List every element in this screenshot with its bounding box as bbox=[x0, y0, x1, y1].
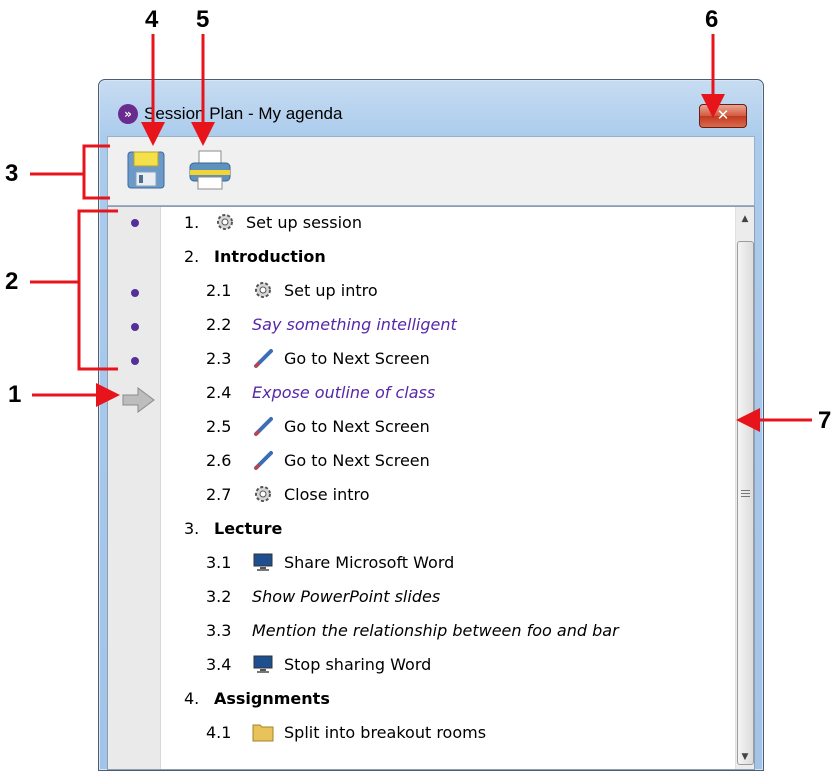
agenda-item[interactable]: 2.5 Go to Next Screen bbox=[160, 411, 430, 443]
scroll-down-arrow-icon[interactable]: ▼ bbox=[736, 747, 754, 767]
agenda-item-number: 2.1 bbox=[206, 281, 232, 300]
completed-marker bbox=[131, 219, 139, 227]
agenda-item-text: Share Microsoft Word bbox=[284, 553, 455, 572]
agenda-item-text: Say something intelligent bbox=[252, 315, 457, 334]
scrollbar-thumb[interactable] bbox=[737, 241, 754, 765]
agenda-item-number: 2.2 bbox=[206, 315, 232, 334]
completed-marker bbox=[131, 323, 139, 331]
agenda-item-text: Expose outline of class bbox=[252, 383, 436, 402]
toolbar bbox=[107, 136, 755, 206]
agenda-item-number: 4. bbox=[184, 689, 200, 708]
agenda-item-text: Set up session bbox=[246, 213, 362, 232]
agenda-item-text: Close intro bbox=[284, 485, 370, 504]
agenda-item-text: Go to Next Screen bbox=[284, 417, 430, 436]
agenda-item[interactable]: 2.1 Set up intro bbox=[160, 275, 378, 307]
agenda-item-text: Set up intro bbox=[284, 281, 378, 300]
agenda-item[interactable]: 3.3 Mention the relationship between foo … bbox=[160, 615, 619, 647]
agenda-item-text: Go to Next Screen bbox=[284, 349, 430, 368]
gear-icon bbox=[252, 279, 274, 301]
pen-icon bbox=[252, 449, 274, 471]
agenda-item[interactable]: 3. Lecture bbox=[160, 513, 282, 545]
status-gutter bbox=[108, 207, 161, 769]
monitor-icon bbox=[252, 551, 274, 573]
callout-3: 3 bbox=[5, 160, 19, 187]
session-plan-window: » Session Plan - My agenda ✕ 1. Set up s… bbox=[98, 79, 764, 771]
agenda-item-number: 2. bbox=[184, 247, 200, 266]
agenda-item-text: Lecture bbox=[214, 519, 283, 538]
agenda-item-text: Go to Next Screen bbox=[284, 451, 430, 470]
pen-icon bbox=[252, 347, 274, 369]
agenda-item-number: 1. bbox=[184, 213, 200, 232]
pen-icon bbox=[252, 415, 274, 437]
monitor-icon bbox=[252, 653, 274, 675]
agenda-item[interactable]: 3.1 Share Microsoft Word bbox=[160, 547, 454, 579]
agenda-item[interactable]: 2.4 Expose outline of class bbox=[160, 377, 435, 409]
agenda-item-text: Mention the relationship between foo and… bbox=[252, 621, 619, 640]
close-button[interactable]: ✕ bbox=[699, 104, 747, 128]
agenda-item[interactable]: 2.2 Say something intelligent bbox=[160, 309, 457, 341]
callout-6: 6 bbox=[705, 6, 719, 33]
agenda-item[interactable]: 3.4 Stop sharing Word bbox=[160, 649, 431, 681]
current-position-arrow-icon bbox=[122, 387, 155, 413]
agenda-item-number: 3.3 bbox=[206, 621, 232, 640]
agenda-list: 1. Set up session 2. Introduction 2.1 Set up … bbox=[160, 207, 736, 769]
app-icon: » bbox=[118, 104, 138, 124]
printer-icon bbox=[189, 150, 231, 190]
callout-2: 2 bbox=[5, 268, 19, 295]
agenda-item[interactable]: 1. Set up session bbox=[160, 207, 362, 239]
agenda-item-number: 2.6 bbox=[206, 451, 232, 470]
agenda-item[interactable]: 2. Introduction bbox=[160, 241, 326, 273]
callout-1: 1 bbox=[8, 381, 22, 408]
agenda-item-text: Split into breakout rooms bbox=[284, 723, 487, 742]
agenda-item-text: Introduction bbox=[214, 247, 326, 266]
grip-icon bbox=[741, 490, 750, 499]
agenda-item-number: 4.1 bbox=[206, 723, 232, 742]
agenda-item-number: 2.3 bbox=[206, 349, 232, 368]
callout-7: 7 bbox=[818, 407, 832, 434]
completed-marker bbox=[131, 289, 139, 297]
agenda-item-number: 3.2 bbox=[206, 587, 232, 606]
agenda-item[interactable]: 3.2 Show PowerPoint slides bbox=[160, 581, 440, 613]
agenda-item[interactable]: 4.1 Split into breakout rooms bbox=[160, 717, 486, 749]
window-title: Session Plan - My agenda bbox=[144, 104, 343, 123]
agenda-item[interactable]: 2.6 Go to Next Screen bbox=[160, 445, 430, 477]
agenda-item-text: Show PowerPoint slides bbox=[252, 587, 441, 606]
save-button[interactable] bbox=[124, 148, 168, 192]
callout-5: 5 bbox=[196, 6, 210, 33]
agenda-item[interactable]: 4. Assignments bbox=[160, 683, 330, 715]
print-button[interactable] bbox=[186, 148, 231, 192]
folder-icon bbox=[252, 721, 274, 743]
agenda-item-number: 2.5 bbox=[206, 417, 232, 436]
completed-marker bbox=[131, 357, 139, 365]
vertical-scrollbar[interactable]: ▲ ▼ bbox=[735, 207, 754, 769]
floppy-disk-icon bbox=[127, 151, 165, 189]
agenda-item-number: 2.4 bbox=[206, 383, 232, 402]
agenda-item[interactable]: 2.7 Close intro bbox=[160, 479, 370, 511]
agenda-item[interactable]: 2.3 Go to Next Screen bbox=[160, 343, 430, 375]
agenda-item-number: 3.1 bbox=[206, 553, 232, 572]
agenda-item-number: 3. bbox=[184, 519, 200, 538]
callout-4: 4 bbox=[145, 6, 159, 33]
agenda-panel: 1. Set up session 2. Introduction 2.1 Set up … bbox=[107, 206, 755, 770]
gear-icon bbox=[214, 211, 236, 233]
gear-icon bbox=[252, 483, 274, 505]
title-bar[interactable]: » Session Plan - My agenda ✕ bbox=[99, 80, 763, 136]
scroll-up-arrow-icon[interactable]: ▲ bbox=[736, 209, 754, 229]
agenda-item-number: 3.4 bbox=[206, 655, 232, 674]
agenda-item-number: 2.7 bbox=[206, 485, 232, 504]
agenda-item-text: Assignments bbox=[214, 689, 330, 708]
agenda-item-text: Stop sharing Word bbox=[284, 655, 432, 674]
